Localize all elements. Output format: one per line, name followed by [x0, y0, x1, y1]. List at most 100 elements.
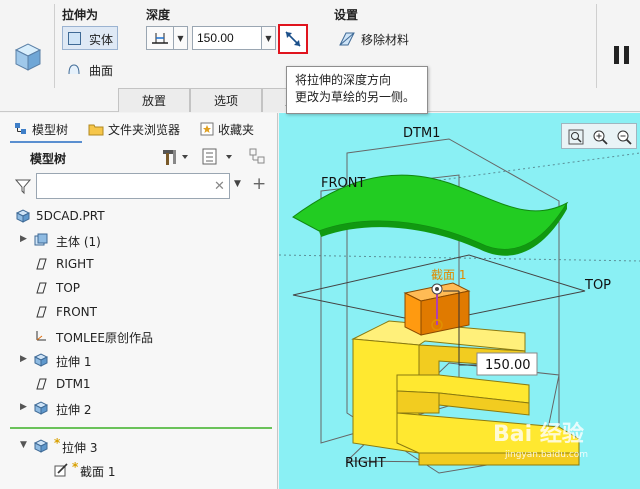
tree-item-label: 拉伸 3 [62, 441, 98, 455]
tree-item-label: 截面 1 [80, 465, 116, 479]
surface-button[interactable]: 曲面 [62, 58, 122, 80]
tab-options[interactable]: 选项 [190, 88, 262, 112]
tree-item-coordinate-system[interactable]: TOMLEE原创作品 [0, 325, 276, 347]
tree-search-input[interactable] [36, 173, 230, 199]
depth-type-dropdown[interactable]: ▼ [174, 26, 188, 50]
datum-plane-icon [36, 306, 47, 318]
list-icon [202, 148, 232, 165]
model-tree-icon [15, 123, 26, 134]
coordinate-system-icon [36, 331, 46, 341]
tree-item-label: FRONT [56, 305, 97, 319]
tree-item-label: RIGHT [56, 257, 94, 271]
show-menu-button[interactable] [200, 147, 236, 167]
depth-value-input[interactable] [192, 26, 262, 50]
dimension-value[interactable]: 150.00 [485, 358, 531, 373]
section-label: 截面 1 [431, 268, 466, 282]
remove-material-label: 移除材料 [361, 33, 410, 47]
tree-item-section-1[interactable]: * 截面 1 [0, 459, 276, 481]
new-feature-marker: * [54, 436, 61, 450]
surface-icon [68, 64, 80, 75]
extrude-as-label: 拉伸为 [62, 8, 99, 22]
watermark: Bai 经验 [493, 421, 584, 447]
graphics-viewport[interactable]: DTM1 FRONT TOP RIGHT 截面 1 150.00 Bai 经验 … [279, 113, 640, 489]
tree-item-top-plane[interactable]: TOP [0, 277, 276, 299]
pause-icon [614, 46, 629, 64]
model-tree-panel: 模型树 文件夹浏览器 收藏夹 模型树 ✕ ▼ + 5DCAD.PRT ▶ 主体 … [0, 113, 278, 489]
reference-line [418, 152, 640, 184]
clear-search-icon[interactable]: ✕ [214, 179, 225, 194]
tab-favorites-label: 收藏夹 [218, 122, 255, 137]
tab-placement[interactable]: 放置 [118, 88, 190, 112]
model-scene: DTM1 FRONT TOP RIGHT 截面 1 150.00 Bai 经验 … [279, 126, 640, 474]
right-label: RIGHT [345, 456, 386, 471]
remove-material-icon [339, 32, 355, 46]
tools-icon [163, 150, 188, 165]
drag-handle-center [435, 287, 439, 291]
solid-label: 实体 [89, 33, 114, 47]
tree-item-extrude-1[interactable]: ▶ 拉伸 1 [0, 349, 276, 371]
tooltip: 将拉伸的深度方向 更改为草绘的另一侧。 [286, 66, 428, 114]
tree-item-extrude-2[interactable]: ▶ 拉伸 2 [0, 397, 276, 419]
tree-row-root[interactable]: 5DCAD.PRT [0, 205, 276, 227]
tooltip-line-1: 将拉伸的深度方向 [295, 73, 392, 87]
tab-folder-browser[interactable]: 文件夹浏览器 [88, 117, 180, 141]
extrude-icon [34, 401, 48, 415]
depth-value-dropdown[interactable]: ▼ [262, 26, 276, 50]
tree-title: 模型树 [30, 152, 67, 166]
settings-tool-button[interactable] [160, 147, 190, 167]
expand-arrow-icon[interactable]: ▶ [20, 354, 27, 364]
front-label: FRONT [321, 176, 365, 191]
add-filter-icon[interactable]: + [252, 174, 266, 194]
depth-label: 深度 [146, 8, 171, 22]
tab-favorites[interactable]: 收藏夹 [200, 117, 254, 141]
sketch-icon [54, 463, 68, 477]
tree-item-label: TOP [56, 281, 81, 295]
tab-model-tree-label: 模型树 [32, 122, 69, 137]
tab-folder-browser-label: 文件夹浏览器 [108, 122, 181, 137]
depth-type-button[interactable] [146, 26, 174, 50]
remove-material-button[interactable]: 移除材料 [334, 26, 414, 50]
tooltip-line-2: 更改为草绘的另一侧。 [295, 90, 416, 104]
extrude-icon [34, 439, 48, 453]
tree-item-body[interactable]: ▶ 主体 (1) [0, 229, 276, 251]
tree-item-extrude-3[interactable]: ▼ * 拉伸 3 [0, 435, 276, 457]
top-label: TOP [584, 278, 611, 293]
insert-indicator [10, 427, 272, 429]
body-icon [34, 233, 48, 246]
collapse-arrow-icon[interactable]: ▼ [20, 440, 27, 450]
ribbon-separator [596, 4, 597, 88]
tree-item-label: 拉伸 2 [56, 403, 92, 417]
watermark-url: jingyan.baidu.com [504, 450, 588, 460]
datum-plane-icon [36, 282, 47, 294]
extrude-icon [34, 353, 48, 367]
tree-item-label: 主体 (1) [56, 235, 101, 249]
tree-item-label: DTM1 [56, 377, 91, 391]
dtm1-label: DTM1 [403, 126, 440, 141]
solid-button[interactable]: 实体 [62, 26, 118, 50]
favorites-icon [200, 122, 214, 136]
datum-plane-icon [36, 258, 47, 270]
blind-depth-icon [152, 33, 168, 44]
tab-model-tree[interactable]: 模型树 [14, 117, 68, 141]
solid-icon [68, 32, 81, 45]
filter-icon [14, 177, 32, 195]
flip-depth-direction-button[interactable] [278, 24, 308, 54]
new-feature-marker: * [72, 460, 79, 474]
tree-filter-icon [249, 148, 265, 164]
expand-arrow-icon[interactable]: ▶ [20, 402, 27, 412]
surface-label: 曲面 [89, 64, 114, 78]
tree-item-front-plane[interactable]: FRONT [0, 301, 276, 323]
tree-item-right-plane[interactable]: RIGHT [0, 253, 276, 275]
active-tab-indicator [10, 141, 82, 143]
tree-item-label: TOMLEE原创作品 [56, 331, 153, 345]
settings-label: 设置 [334, 8, 359, 22]
tree-item-dtm1[interactable]: DTM1 [0, 373, 276, 395]
search-dropdown-icon[interactable]: ▼ [234, 179, 241, 189]
part-icon [16, 209, 30, 223]
ribbon-separator [54, 4, 55, 88]
pause-button[interactable] [612, 44, 632, 66]
filter-tree-button[interactable] [248, 147, 268, 167]
expand-arrow-icon[interactable]: ▶ [20, 234, 27, 244]
extrude-feature-icon[interactable] [10, 38, 44, 72]
tree-root-label: 5DCAD.PRT [36, 209, 105, 223]
